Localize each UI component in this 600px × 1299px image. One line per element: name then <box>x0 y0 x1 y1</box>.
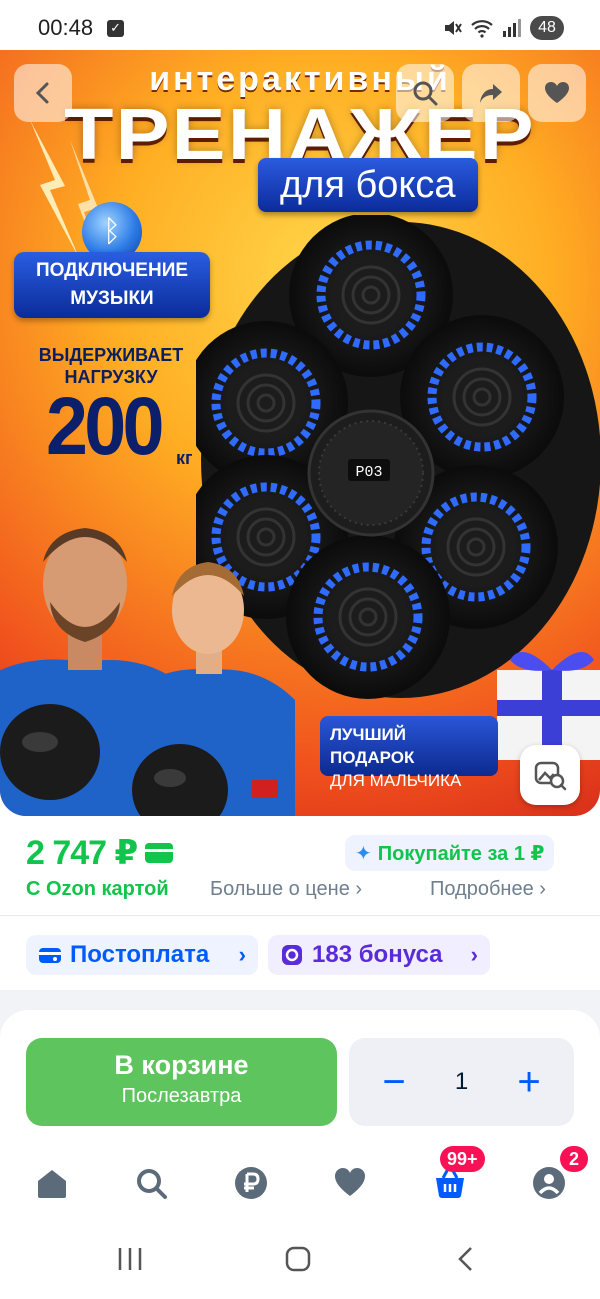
system-navigation-bar <box>0 1220 600 1299</box>
buy-for-1-rub-chip[interactable]: ✦ Покупайте за 1 ₽ <box>345 835 555 871</box>
gift-badge-line2: ДЛЯ МАЛЬЧИКА <box>330 771 462 790</box>
wifi-icon <box>471 20 493 38</box>
back-button[interactable] <box>14 64 72 122</box>
image-toolbar <box>0 64 600 124</box>
postpay-label: Постоплата <box>70 941 210 968</box>
music-badge-line2: МУЗЫКИ <box>70 288 154 309</box>
decrease-quantity-button[interactable]: − <box>359 1038 429 1126</box>
bonus-coin-icon <box>282 945 302 965</box>
tab-search[interactable] <box>126 1158 176 1208</box>
share-button[interactable] <box>462 64 520 122</box>
ruble-icon <box>235 1167 267 1199</box>
music-badge-line1: ПОДКЛЮЧЕНИЕ <box>35 260 189 281</box>
details-link[interactable]: Подробнее › <box>430 878 546 901</box>
checkbox-notification-icon: ✓ <box>107 19 125 37</box>
boy-with-gloves-illustration <box>130 562 295 816</box>
mute-icon <box>445 21 462 35</box>
hero-subtitle: для бокса <box>258 158 478 212</box>
chevron-right-icon: › <box>238 942 246 967</box>
home-system-button[interactable] <box>278 1244 318 1274</box>
product-image-banner[interactable]: интерактивный ТРЕНАЖЕР для бокса ᛒ ПОДКЛ… <box>0 50 600 816</box>
search-button[interactable] <box>396 64 454 122</box>
home-icon <box>38 1170 66 1198</box>
home-square-icon <box>285 1246 311 1272</box>
photo-search-button[interactable] <box>520 745 580 805</box>
load-caption-line1: ВЫДЕРЖИВАЕТ <box>38 345 184 365</box>
bonus-chip[interactable]: 183 бонуса › <box>268 935 490 975</box>
bonus-label: 183 бонуса <box>312 941 443 968</box>
back-system-button[interactable] <box>446 1244 486 1274</box>
signal-icon <box>503 19 521 37</box>
tab-finance[interactable] <box>226 1158 276 1208</box>
ozon-card-icon <box>145 843 174 863</box>
in-cart-button[interactable]: В корзине Послезавтра <box>26 1038 337 1126</box>
chevron-right-icon: › <box>470 942 478 967</box>
in-cart-label: В корзине <box>114 1050 249 1080</box>
price-meta-row: С Ozon картой Больше о цене › Подробнее … <box>26 878 586 908</box>
favorite-button[interactable] <box>528 64 586 122</box>
sparkle-icon: ✦ <box>355 842 372 865</box>
tab-favorites[interactable] <box>325 1158 375 1208</box>
load-unit: кг <box>176 448 193 468</box>
cart-count-badge: 99+ <box>440 1146 485 1172</box>
ozon-card-label: С Ozon картой <box>26 878 169 900</box>
quantity-value: 1 <box>454 1068 469 1095</box>
music-badge: ПОДКЛЮЧЕНИЕ МУЗЫКИ <box>14 252 210 318</box>
status-bar: 00:48 ✓ 48 <box>0 0 600 56</box>
back-chevron-icon <box>458 1247 472 1271</box>
gift-box-illustration <box>497 652 600 760</box>
gift-badge-line1: ЛУЧШИЙ ПОДАРОК <box>330 725 415 767</box>
more-about-price-link[interactable]: Больше о цене › <box>210 878 362 901</box>
heart-icon <box>335 1168 365 1196</box>
buy-for-1-label: Покупайте за 1 ₽ <box>377 842 545 865</box>
status-icons: 48 <box>442 16 564 40</box>
increase-quantity-button[interactable]: + <box>494 1038 564 1126</box>
status-time: 00:48 <box>38 15 94 40</box>
delivery-label: Послезавтра <box>121 1085 242 1107</box>
share-icon <box>480 84 502 103</box>
price-value: 2 747 ₽ <box>26 834 138 872</box>
price-row: 2 747 ₽ <box>26 832 174 874</box>
product-page: 00:48 ✓ 48 интерактивный ТРЕНАЖЕР для бо… <box>0 0 600 1299</box>
recent-apps-icon <box>118 1248 142 1270</box>
gift-badge: ЛУЧШИЙ ПОДАРОК ДЛЯ МАЛЬЧИКА <box>320 716 498 790</box>
photo-search-icon <box>534 761 567 791</box>
profile-notification-badge: 2 <box>560 1146 588 1172</box>
load-value: 200 <box>46 381 165 472</box>
divider <box>0 915 600 916</box>
search-icon <box>137 1169 167 1199</box>
tab-home[interactable] <box>27 1158 77 1208</box>
quantity-stepper: − 1 + <box>349 1038 574 1126</box>
recent-apps-button[interactable] <box>110 1244 150 1274</box>
device-display-text: P03 <box>355 464 382 481</box>
postpay-chip[interactable]: Постоплата › <box>26 935 258 975</box>
search-icon <box>413 81 438 106</box>
profile-icon <box>533 1167 565 1199</box>
wallet-icon <box>39 948 61 963</box>
bottom-tab-bar: 99+ 2 <box>0 1140 600 1220</box>
back-icon <box>35 82 49 104</box>
heart-icon <box>545 82 569 103</box>
battery-indicator: 48 <box>530 16 564 40</box>
